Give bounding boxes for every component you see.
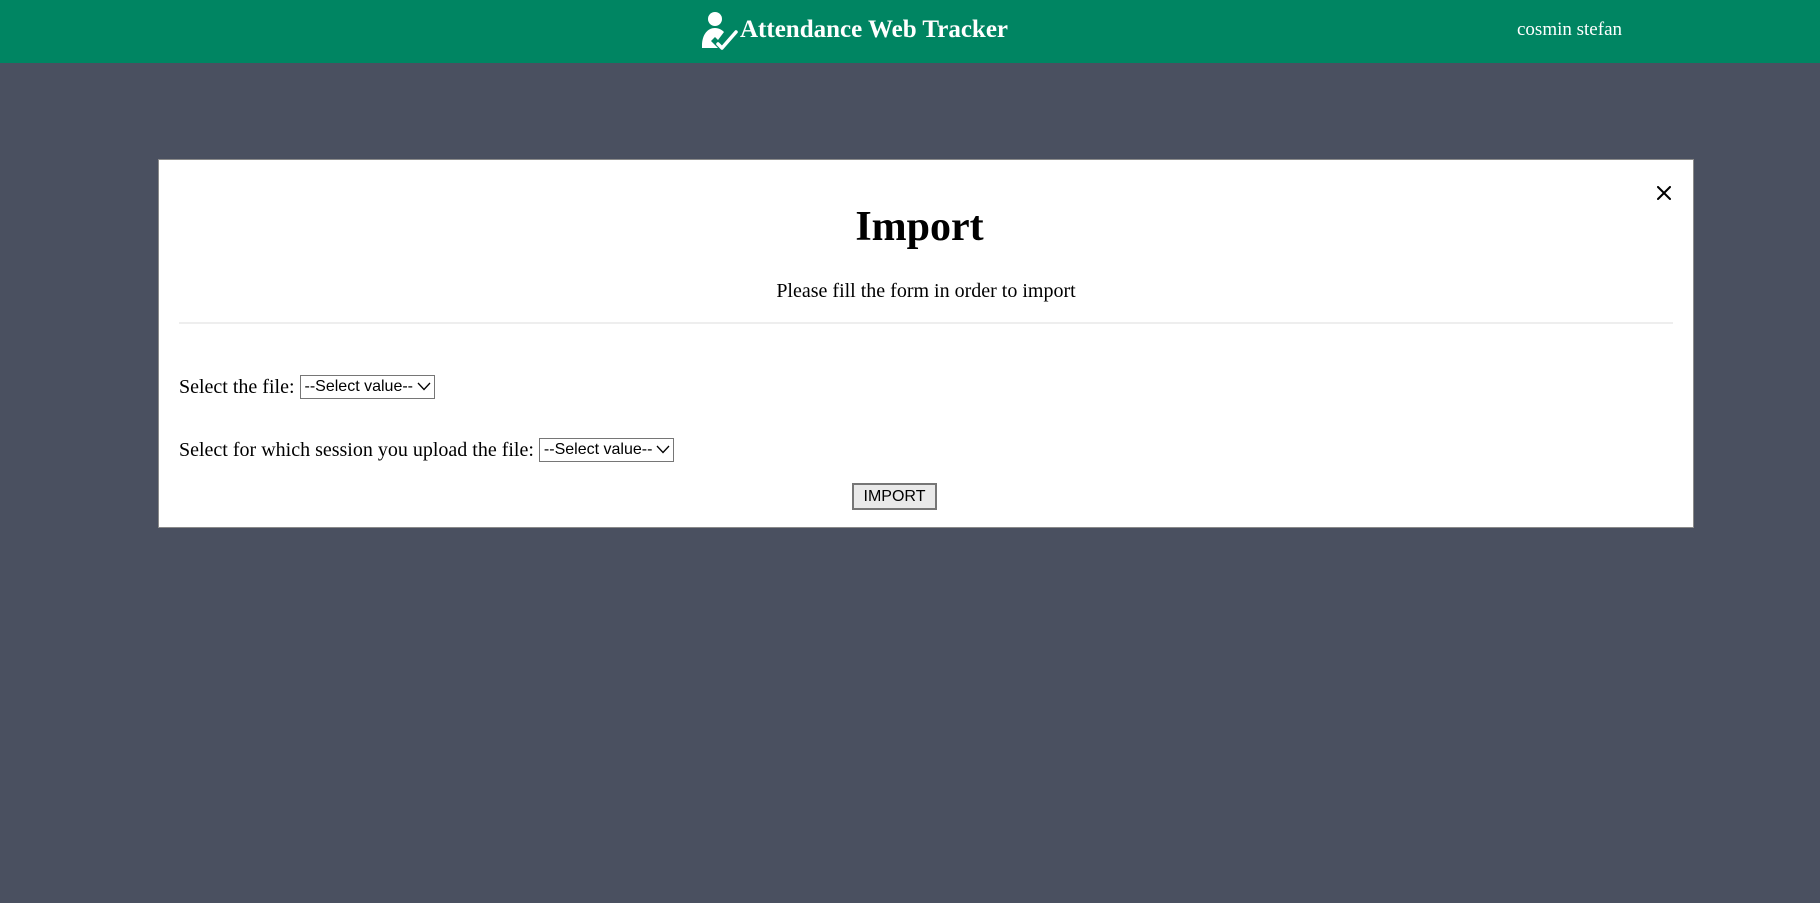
file-select-value: --Select value-- <box>304 378 413 395</box>
import-modal: Import Please fill the form in order to … <box>158 159 1694 528</box>
chevron-down-icon <box>656 441 670 459</box>
import-button[interactable]: IMPORT <box>852 483 937 510</box>
session-field-row: Select for which session you upload the … <box>179 438 675 462</box>
app-title: Attendance Web Tracker <box>740 16 1009 43</box>
top-header-bar: Attendance Web Tracker cosmin stefan <box>0 0 1820 63</box>
brand[interactable]: Attendance Web Tracker <box>698 10 1008 50</box>
session-select-value: --Select value-- <box>543 441 653 458</box>
modal-title: Import <box>159 206 1693 248</box>
divider <box>179 322 1673 324</box>
close-icon <box>1657 185 1671 205</box>
file-field-row: Select the file: --Select value-- <box>179 375 435 399</box>
modal-title-text: Import <box>855 204 984 250</box>
close-button[interactable] <box>1653 184 1675 206</box>
user-check-icon <box>698 10 738 50</box>
modal-subtitle: Please fill the form in order to import <box>776 280 1076 302</box>
user-name[interactable]: cosmin stefan <box>1517 19 1622 41</box>
file-field-label: Select the file: <box>179 375 295 398</box>
chevron-down-icon <box>417 378 431 396</box>
session-field-label: Select for which session you upload the … <box>179 438 534 461</box>
session-select[interactable]: --Select value-- <box>538 438 675 462</box>
file-select[interactable]: --Select value-- <box>299 375 435 399</box>
